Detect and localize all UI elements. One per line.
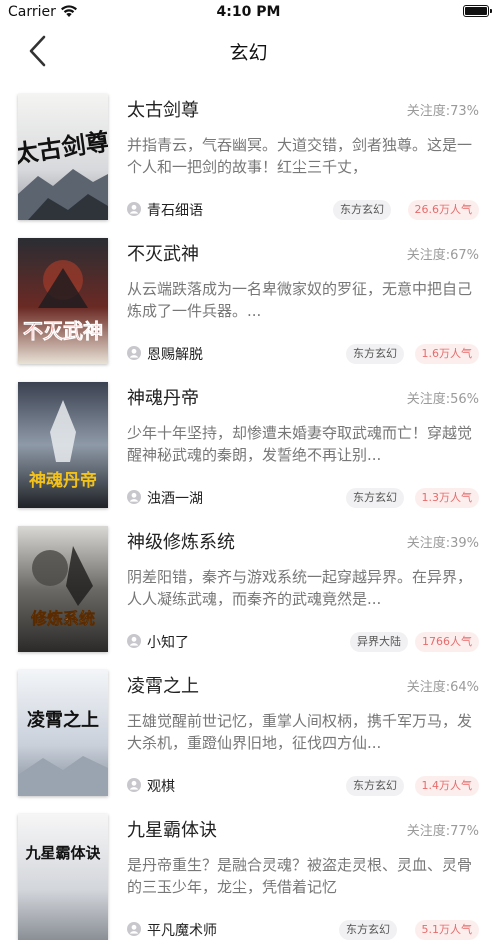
page-title: 玄幻 (229, 42, 268, 64)
attention-rate: 关注度:73% (406, 104, 479, 119)
attention-rate: 关注度:56% (406, 392, 479, 407)
book-description: 阴差阳错，秦齐与游戏系统一起穿越异界。在异界，人人凝练武魂，而秦齐的武魂竟然是.… (127, 568, 473, 608)
book-description: 从云端跌落成为一名卑微家奴的罗征，无意中把自己炼成了一件兵器。... (127, 280, 473, 320)
author-name: 小知了 (147, 635, 189, 651)
popularity-tag: 1766人气 (415, 632, 479, 652)
battery-icon (463, 5, 492, 17)
author-name: 恩赐解脱 (147, 347, 203, 363)
book-description: 是丹帝重生？是融合灵魂？被盗走灵根、灵血、灵骨的三玉少年，龙尘，凭借着记忆 (127, 856, 473, 896)
cover-title: 凌霄之上 (27, 709, 99, 731)
book-title: 不灭武神 (127, 244, 199, 265)
book-item[interactable]: 太古剑尊 太古剑尊 关注度:73% 并指青云，气吞幽冥。大道交错，剑者独尊。这是… (0, 76, 497, 220)
book-item[interactable]: 不灭武神 不灭武神 关注度:67% 从云端跌落成为一名卑微家奴的罗征，无意中把自… (0, 220, 497, 364)
book-title: 神魂丹帝 (127, 388, 199, 409)
cover-title: 九星霸体诀 (24, 844, 101, 862)
book-description: 少年十年坚持，却惨遭未婚妻夺取武魂而亡！穿越觉醒神秘武魂的秦朗，发誓绝不再让别.… (127, 424, 473, 464)
book-cover: 神魂丹帝 (18, 382, 108, 508)
cover-title: 不灭武神 (23, 319, 103, 343)
book-item[interactable]: 凌霄之上 凌霄之上 关注度:64% 王雄觉醒前世记忆，重掌人间权柄，携千军万马，… (0, 652, 497, 796)
status-time: 4:10 PM (216, 4, 281, 20)
popularity-tag: 1.6万人气 (414, 344, 479, 364)
book-title: 太古剑尊 (127, 100, 199, 121)
attention-rate: 关注度:67% (406, 248, 479, 263)
author-name: 平凡魔术师 (147, 923, 217, 939)
category-tag: 东方玄幻 (346, 776, 404, 796)
book-cover: 不灭武神 (18, 238, 108, 364)
author-name: 青石细语 (147, 203, 203, 219)
category-tag: 异界大陆 (350, 632, 408, 652)
cover-title: 神魂丹帝 (29, 470, 97, 491)
book-cover: 修炼系统 (18, 526, 108, 652)
cover-title: 修炼系统 (30, 609, 95, 628)
popularity-tag: 26.6万人气 (407, 200, 479, 220)
book-cover: 九星霸体诀 (18, 814, 108, 940)
popularity-tag: 1.3万人气 (414, 488, 479, 508)
attention-rate: 关注度:64% (406, 680, 479, 695)
status-bar: Carrier 4:10 PM (0, 0, 497, 26)
book-item[interactable]: 修炼系统 神级修炼系统 关注度:39% 阴差阳错，秦齐与游戏系统一起穿越异界。在… (0, 508, 497, 652)
popularity-tag: 1.4万人气 (414, 776, 479, 796)
author-avatar-icon (127, 634, 141, 648)
author-avatar-icon (127, 778, 141, 792)
book-title: 神级修炼系统 (127, 532, 235, 553)
nav-bar: 玄幻 (0, 26, 497, 76)
attention-rate: 关注度:77% (406, 824, 479, 839)
book-description: 王雄觉醒前世记忆，重掌人间权柄，携千军万马，发大杀机，重蹬仙界旧地，征伐四方仙.… (127, 712, 473, 752)
book-cover: 凌霄之上 (18, 670, 108, 796)
author-name: 观棋 (147, 779, 175, 795)
popularity-tag: 5.1万人气 (414, 920, 479, 940)
category-tag: 东方玄幻 (346, 344, 404, 364)
book-item[interactable]: 神魂丹帝 神魂丹帝 关注度:56% 少年十年坚持，却惨遭未婚妻夺取武魂而亡！穿越… (0, 364, 497, 508)
book-description: 并指青云，气吞幽冥。大道交错，剑者独尊。这是一个人和一把剑的故事！红尘三千丈， (127, 136, 473, 176)
author-avatar-icon (127, 202, 141, 216)
book-title: 凌霄之上 (127, 676, 199, 697)
attention-rate: 关注度:39% (406, 536, 479, 551)
category-tag: 东方玄幻 (333, 200, 391, 220)
book-cover: 太古剑尊 (18, 94, 108, 220)
author-avatar-icon (127, 346, 141, 360)
author-avatar-icon (127, 490, 141, 504)
book-item[interactable]: 九星霸体诀 九星霸体诀 关注度:77% 是丹帝重生？是融合灵魂？被盗走灵根、灵血… (0, 796, 497, 940)
author-name: 浊酒一湖 (147, 491, 203, 507)
category-tag: 东方玄幻 (339, 920, 397, 940)
book-title: 九星霸体诀 (127, 820, 217, 841)
category-tag: 东方玄幻 (346, 488, 404, 508)
author-avatar-icon (127, 922, 141, 936)
